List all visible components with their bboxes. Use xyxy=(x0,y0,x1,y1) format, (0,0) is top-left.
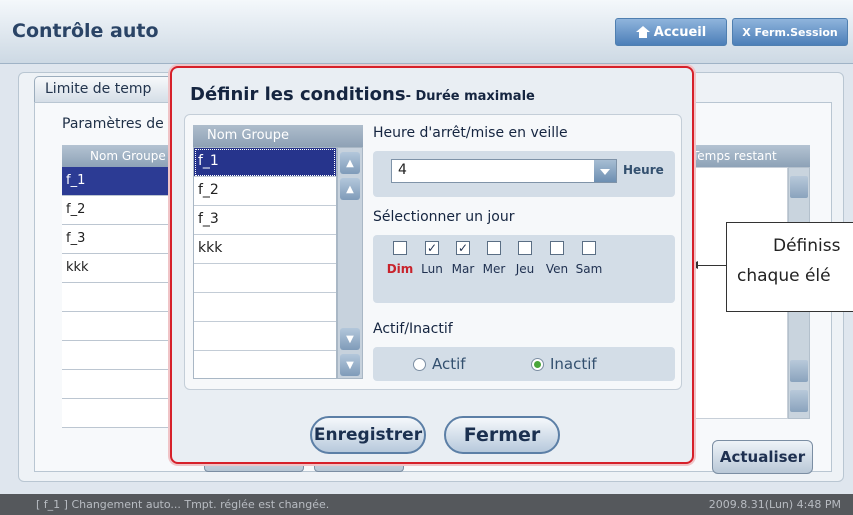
table-row[interactable] xyxy=(62,341,172,370)
table-row[interactable]: kkk xyxy=(62,254,172,283)
active-well: Actif Inactif xyxy=(373,347,675,381)
scroll-bottom-icon[interactable] xyxy=(790,390,808,412)
table-row[interactable] xyxy=(62,283,172,312)
checkbox-tuesday[interactable]: ✓ xyxy=(456,241,470,255)
radio-inactive-label: Inactif xyxy=(550,355,597,373)
radio-active[interactable]: Actif xyxy=(413,355,466,373)
table-row[interactable]: f_3 xyxy=(62,225,172,254)
day-label-thursday: Jeu xyxy=(515,262,535,276)
group-list-scrollbar[interactable]: ▲ ▲ ▼ ▼ xyxy=(337,147,363,379)
top-bar: Contrôle auto Accueil X Ferm.Session xyxy=(0,0,853,64)
refresh-button[interactable]: Actualiser xyxy=(712,440,813,474)
table-row[interactable] xyxy=(62,370,172,399)
day-label-tuesday: Mar xyxy=(451,262,475,276)
day-label-wednesday: Mer xyxy=(482,262,506,276)
section-title: Paramètres de xyxy=(62,116,164,132)
callout-box: Définiss chaque élé xyxy=(726,222,853,312)
day-tuesday[interactable]: ✓ Mar xyxy=(448,241,478,276)
callout-line xyxy=(696,265,726,266)
list-item[interactable] xyxy=(194,322,336,351)
list-item[interactable] xyxy=(194,264,336,293)
radio-active-dot[interactable] xyxy=(413,357,426,371)
double-arrow-down-icon[interactable]: ▼ xyxy=(340,354,360,376)
day-well: Dim ✓ Lun ✓ Mar Mer Jeu Ven Sam xyxy=(373,235,675,303)
radio-inactive-dot[interactable] xyxy=(531,357,544,371)
list-item[interactable]: f_2 xyxy=(194,177,336,206)
table-row[interactable]: f_1 xyxy=(62,167,172,196)
radio-inactive[interactable]: Inactif xyxy=(531,355,597,373)
dialog-title: Définir les conditions- Durée maximale xyxy=(190,84,535,105)
arrow-down-icon[interactable]: ▼ xyxy=(340,328,360,350)
tab-time-limit[interactable]: Limite de temp xyxy=(34,76,184,102)
checkbox-monday[interactable]: ✓ xyxy=(425,241,439,255)
dialog-subtitle: - Durée maximale xyxy=(405,89,535,104)
day-label-sunday: Dim xyxy=(386,262,414,276)
dialog-body: Nom Groupe f_1 f_2 f_3 kkk ▲ ▲ ▼ ▼ Heure… xyxy=(184,114,682,390)
checkbox-wednesday[interactable] xyxy=(487,241,501,255)
home-icon xyxy=(635,26,650,38)
hour-value: 4 xyxy=(398,162,407,178)
home-button-label: Accueil xyxy=(653,24,707,40)
callout-line-2: chaque élé xyxy=(737,266,831,286)
arrow-up-icon[interactable]: ▲ xyxy=(340,178,360,200)
hour-select[interactable]: 4 xyxy=(391,159,617,183)
day-friday[interactable]: Ven xyxy=(542,241,572,276)
day-label-saturday: Sam xyxy=(575,262,603,276)
dialog-title-main: Définir les conditions xyxy=(190,84,406,105)
logout-button[interactable]: X Ferm.Session xyxy=(732,18,848,46)
list-item[interactable] xyxy=(194,351,336,380)
set-conditions-dialog: Définir les conditions- Durée maximale N… xyxy=(170,66,694,464)
column-group-name: Nom Groupe xyxy=(90,149,166,163)
table-row[interactable] xyxy=(62,312,172,341)
day-monday[interactable]: ✓ Lun xyxy=(417,241,447,276)
day-label-monday: Lun xyxy=(421,262,443,276)
day-label: Sélectionner un jour xyxy=(373,209,515,225)
hour-unit: Heure xyxy=(623,163,664,177)
list-item[interactable]: f_3 xyxy=(194,206,336,235)
scroll-up-icon[interactable] xyxy=(790,176,808,198)
table-row[interactable] xyxy=(62,399,172,428)
hour-well: 4 Heure xyxy=(373,151,675,197)
close-button[interactable]: Fermer xyxy=(444,416,560,454)
home-button[interactable]: Accueil xyxy=(615,18,727,46)
checkbox-friday[interactable] xyxy=(550,241,564,255)
status-datetime: 2009.8.31(Lun) 4:48 PM xyxy=(708,498,841,511)
column-remaining-time: Temps restant xyxy=(692,149,777,163)
scroll-down-icon[interactable] xyxy=(790,360,808,382)
checkbox-thursday[interactable] xyxy=(518,241,532,255)
group-list-header: Nom Groupe xyxy=(193,125,363,147)
table-row[interactable]: f_2 xyxy=(62,196,172,225)
active-label: Actif/Inactif xyxy=(373,321,453,337)
group-list[interactable]: f_1 f_2 f_3 kkk xyxy=(193,147,337,379)
day-sunday[interactable]: Dim xyxy=(385,241,415,276)
day-thursday[interactable]: Jeu xyxy=(510,241,540,276)
list-item[interactable]: kkk xyxy=(194,235,336,264)
list-item[interactable] xyxy=(194,293,336,322)
logout-button-label: X Ferm.Session xyxy=(742,25,838,39)
day-label-friday: Ven xyxy=(545,262,569,276)
status-message: [ f_1 ] Changement auto... Tmpt. réglée … xyxy=(36,498,330,511)
radio-active-label: Actif xyxy=(432,355,466,373)
double-arrow-up-icon[interactable]: ▲ xyxy=(340,152,360,174)
day-saturday[interactable]: Sam xyxy=(574,241,604,276)
list-item[interactable]: f_1 xyxy=(194,148,336,177)
hour-label: Heure d'arrêt/mise en veille xyxy=(373,125,568,141)
checkbox-sunday[interactable] xyxy=(393,241,407,255)
checkbox-saturday[interactable] xyxy=(582,241,596,255)
chevron-down-icon[interactable] xyxy=(594,160,616,182)
page-title: Contrôle auto xyxy=(12,20,159,42)
save-button[interactable]: Enregistrer xyxy=(310,416,426,454)
day-wednesday[interactable]: Mer xyxy=(479,241,509,276)
callout-line-1: Définiss xyxy=(773,236,841,256)
status-bar: [ f_1 ] Changement auto... Tmpt. réglée … xyxy=(0,494,853,515)
